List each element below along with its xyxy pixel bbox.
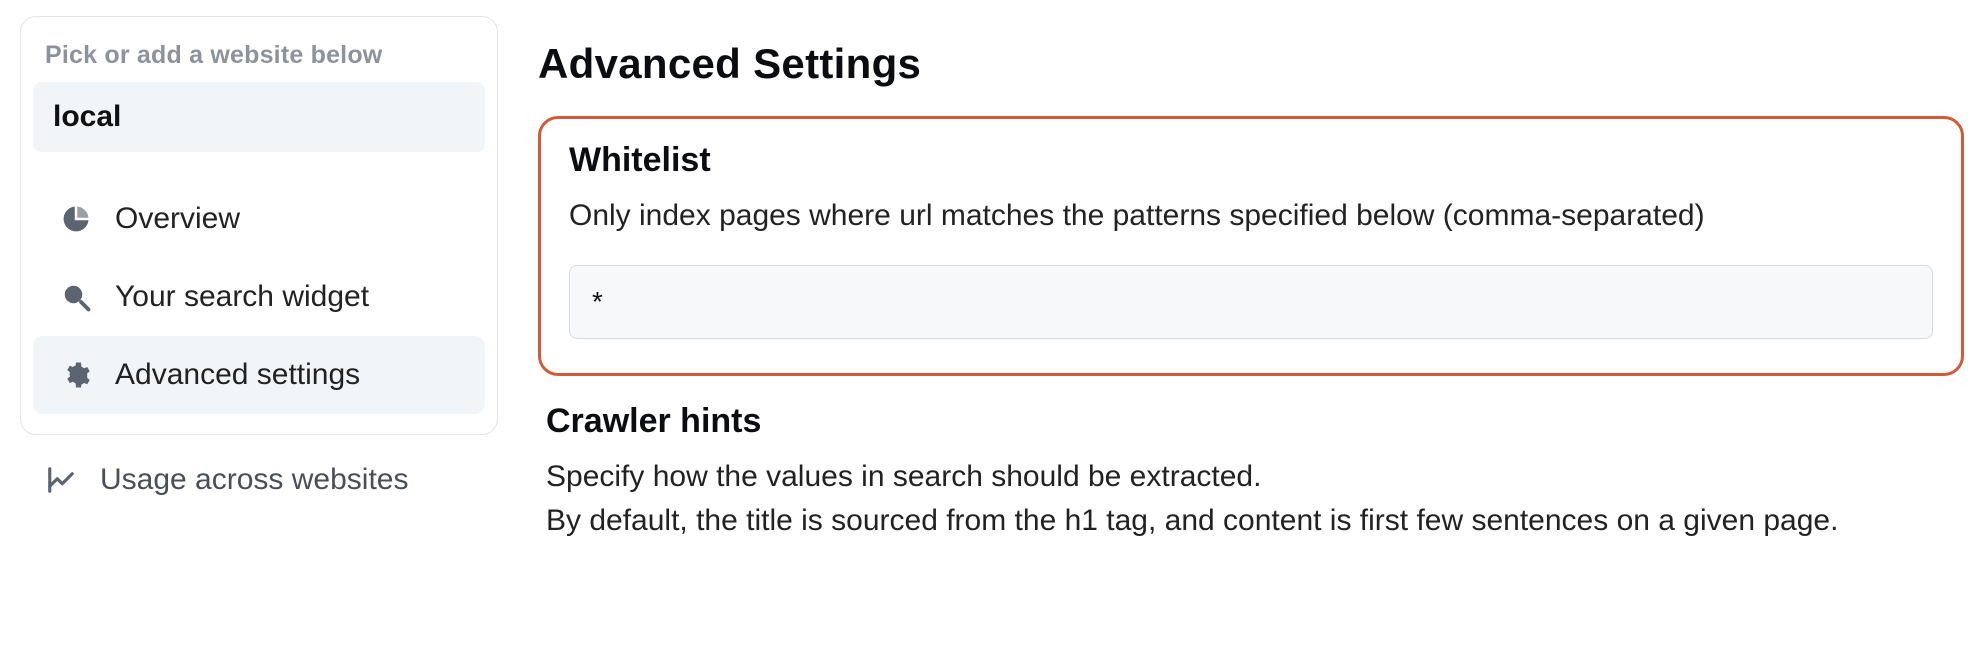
link-usage-across-websites[interactable]: Usage across websites [20,435,498,497]
crawler-hints-section: Crawler hints Specify how the values in … [538,390,1964,542]
line-chart-icon [44,463,78,497]
whitelist-input[interactable] [569,265,1933,339]
crawler-hints-description-2: By default, the title is sourced from th… [546,501,1956,542]
nav-item-label: Your search widget [115,280,369,314]
nav-item-label: Advanced settings [115,358,360,392]
nav-item-overview[interactable]: Overview [33,180,485,258]
nav-item-label: Overview [115,202,240,236]
sidebar-hint: Pick or add a website below [33,41,485,82]
crawler-hints-description-1: Specify how the values in search should … [546,457,1956,498]
search-icon [59,280,93,314]
whitelist-section: Whitelist Only index pages where url mat… [538,116,1964,376]
website-item-label: local [53,100,121,133]
page-title: Advanced Settings [538,40,1964,88]
website-item-local[interactable]: local [33,82,485,152]
whitelist-heading: Whitelist [569,141,1933,180]
crawler-hints-heading: Crawler hints [546,402,1956,441]
sidebar-column: Pick or add a website below local Overvi… [20,16,498,646]
app-root: Pick or add a website below local Overvi… [0,0,1984,646]
pie-chart-icon [59,202,93,236]
bottom-link-label: Usage across websites [100,463,408,497]
sidebar-card: Pick or add a website below local Overvi… [20,16,498,435]
gear-icon [59,358,93,392]
nav-item-search-widget[interactable]: Your search widget [33,258,485,336]
nav-item-advanced-settings[interactable]: Advanced settings [33,336,485,414]
whitelist-description: Only index pages where url matches the p… [569,196,1933,237]
main-content: Advanced Settings Whitelist Only index p… [538,16,1964,646]
